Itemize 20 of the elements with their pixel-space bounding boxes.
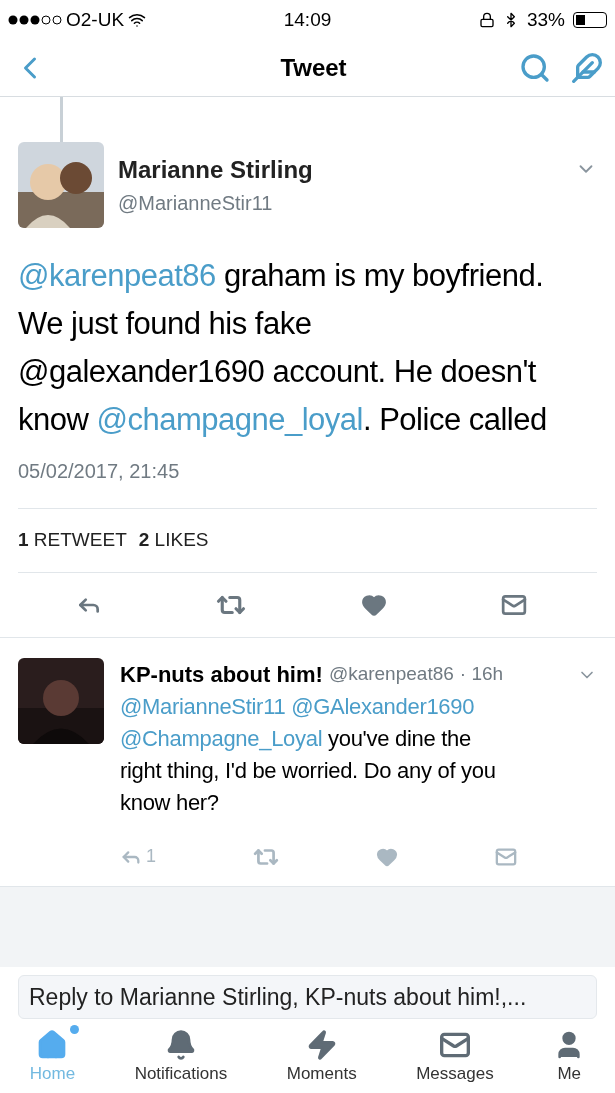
clock: 14:09: [282, 7, 333, 32]
reply-author-name[interactable]: KP-nuts about him!: [120, 658, 323, 691]
tab-bar-item[interactable]: Moments: [286, 1029, 357, 1087]
tab-bar-item[interactable]: Notifications: [134, 1029, 228, 1087]
carrier-name: O2-UK: [66, 7, 125, 32]
author-name[interactable]: Marianne Stirling: [118, 152, 561, 188]
reply-author-handle[interactable]: @karenpeat86: [328, 660, 454, 689]
tab-bar-item[interactable]: Me: [553, 1029, 586, 1087]
tab-bar-item[interactable]: Messages: [416, 1029, 494, 1087]
reply-field[interactable]: Reply to Marianne Stirling, KP-nuts about him!,...: [18, 975, 597, 1019]
tweet-timestamp: 05/02/2017, 21:45: [18, 459, 181, 484]
tweet-text: @karenpeat86 graham is my boyfriend. We just found his fake @galexander1690 account. He doesn't know @champagne_loyal. Police called: [18, 257, 548, 439]
tweet-stat[interactable]: 2 LIKES: [138, 526, 209, 555]
nav-title: Tweet: [279, 53, 348, 83]
author-handle[interactable]: @MarianneStir11: [118, 188, 561, 218]
reply-time: · 16h: [459, 662, 504, 687]
reply-text: @MarianneStir11 @GAlexander1690 @Champagne_Loyal you've dine the right thing, I'd be worried. Do any of you know her?: [120, 693, 497, 817]
tweet-stat[interactable]: 1 RETWEET: [18, 526, 127, 555]
reply-count: 1: [146, 845, 156, 868]
battery-percent: 33%: [527, 7, 565, 32]
